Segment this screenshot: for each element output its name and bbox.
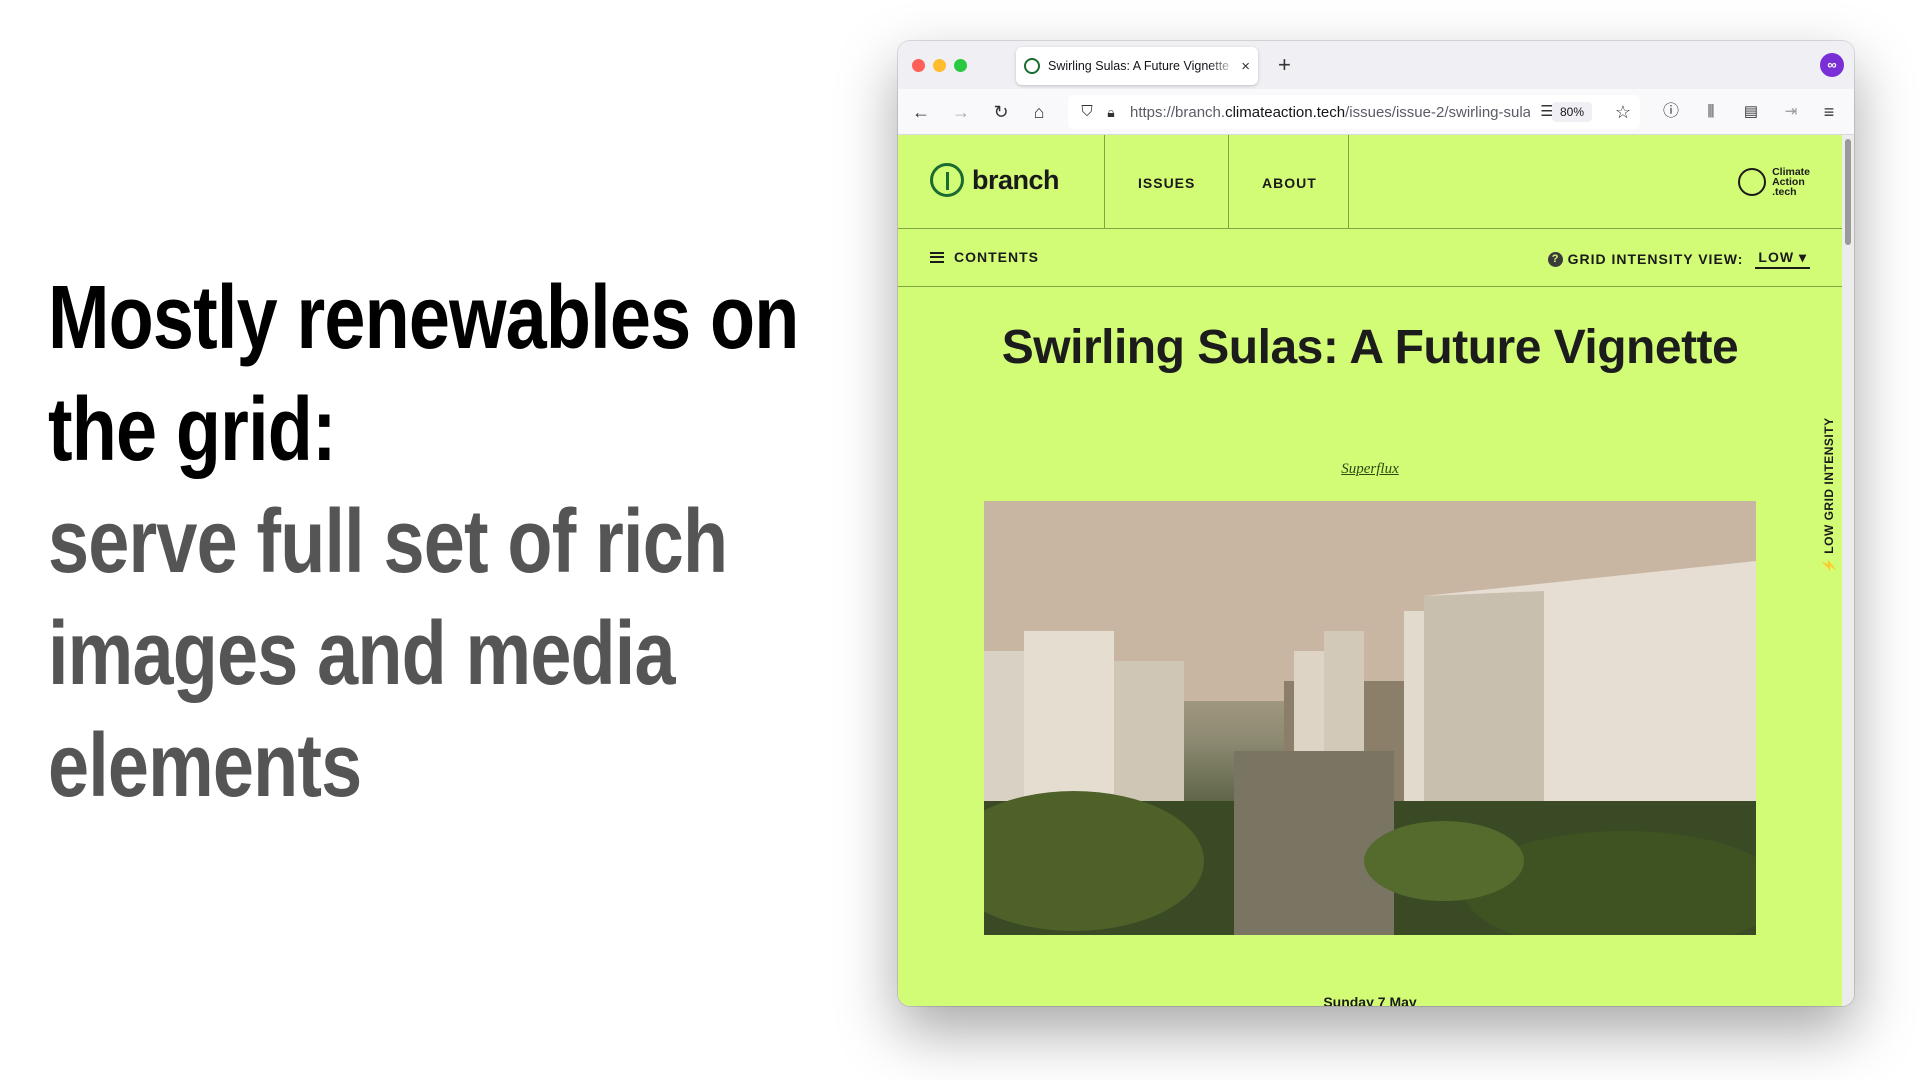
sync-icon[interactable]: ⇥ <box>1778 99 1804 125</box>
globe-icon <box>1738 168 1767 196</box>
low-grid-intensity-badge: ⚡ LOW GRID INTENSITY <box>1822 417 1836 573</box>
bookmark-star-icon[interactable]: ☆ <box>1610 99 1636 125</box>
zoom-level-badge[interactable]: 80% <box>1551 102 1592 122</box>
reload-icon[interactable]: ↻ <box>988 99 1014 125</box>
hero-image-illustration <box>984 501 1756 935</box>
nav-about[interactable]: ABOUT <box>1262 175 1317 191</box>
slide-headline: Mostly renewables on the grid: <box>48 268 799 480</box>
page-scrollbar[interactable] <box>1842 135 1854 1006</box>
lock-icon[interactable]: 🔒︎ <box>1098 99 1124 125</box>
nav-issues[interactable]: ISSUES <box>1138 175 1195 191</box>
slide-subline: serve full set of rich images and media … <box>48 492 728 816</box>
maximize-window-button[interactable] <box>954 59 967 72</box>
nav-divider <box>1348 135 1349 229</box>
url-text[interactable]: https://branch.climateaction.tech/issues… <box>1130 104 1530 121</box>
branch-logo[interactable]: branch <box>930 163 1060 197</box>
grid-intensity-control: ? GRID INTENSITY VIEW: LOW ▾ <box>1547 249 1810 269</box>
home-icon[interactable]: ⌂ <box>1026 99 1052 125</box>
close-window-button[interactable] <box>912 59 925 72</box>
branch-leaf-icon <box>930 163 964 197</box>
help-icon[interactable]: ? <box>1547 251 1563 267</box>
nav-divider <box>1228 135 1229 229</box>
library-icon[interactable]: ⫼ <box>1698 99 1724 125</box>
tab-bar: Swirling Sulas: A Future Vignette × + ∞ <box>898 41 1854 89</box>
nav-divider <box>1104 135 1105 229</box>
browser-window: Swirling Sulas: A Future Vignette × + ∞ … <box>898 41 1854 1006</box>
extension-icon[interactable]: ∞ <box>1820 53 1844 77</box>
contents-label: CONTENTS <box>954 249 1039 265</box>
article-date: Sunday 7 May <box>1323 994 1417 1006</box>
new-tab-button[interactable]: + <box>1278 52 1291 78</box>
shield-icon[interactable]: ⛉ <box>1074 99 1100 125</box>
info-icon[interactable]: ⓘ <box>1658 99 1684 125</box>
hero-image <box>984 501 1756 935</box>
sub-toolbar: CONTENTS ? GRID INTENSITY VIEW: LOW ▾ <box>898 229 1842 287</box>
reading-list-icon[interactable]: ▤ <box>1738 99 1764 125</box>
article-author-link[interactable]: Superflux <box>898 461 1842 478</box>
hamburger-icon <box>930 251 944 263</box>
grid-intensity-label: GRID INTENSITY VIEW: <box>1567 251 1744 267</box>
grid-intensity-select[interactable]: LOW ▾ <box>1755 249 1810 269</box>
page-content: branch ISSUES ABOUT Climate Action .tech… <box>898 135 1842 1006</box>
logo-text: branch <box>972 164 1060 195</box>
slide-text: Mostly renewables on the grid: serve ful… <box>48 262 868 822</box>
tab-title: Swirling Sulas: A Future Vignette <box>1048 59 1230 73</box>
menu-icon[interactable]: ≡ <box>1816 99 1842 125</box>
article-title: Swirling Sulas: A Future Vignette <box>1001 321 1739 374</box>
tab-active[interactable]: Swirling Sulas: A Future Vignette × <box>1016 47 1258 85</box>
minimize-window-button[interactable] <box>933 59 946 72</box>
forward-icon[interactable]: → <box>948 99 974 125</box>
back-icon[interactable]: ← <box>908 99 934 125</box>
site-header: branch ISSUES ABOUT Climate Action .tech <box>898 135 1842 229</box>
nav-toolbar: ← → ↻ ⌂ ⛉ 🔒︎ https://branch.climateactio… <box>898 89 1854 135</box>
partner-logo-line: .tech <box>1772 186 1797 198</box>
tab-close-icon[interactable]: × <box>1241 58 1250 75</box>
branch-favicon-icon <box>1024 58 1040 74</box>
contents-button[interactable]: CONTENTS <box>930 249 1039 265</box>
climate-action-tech-logo[interactable]: Climate Action .tech <box>1738 167 1810 197</box>
url-bar[interactable]: ⛉ 🔒︎ https://branch.climateaction.tech/i… <box>1068 95 1640 129</box>
scrollbar-thumb[interactable] <box>1845 139 1851 245</box>
